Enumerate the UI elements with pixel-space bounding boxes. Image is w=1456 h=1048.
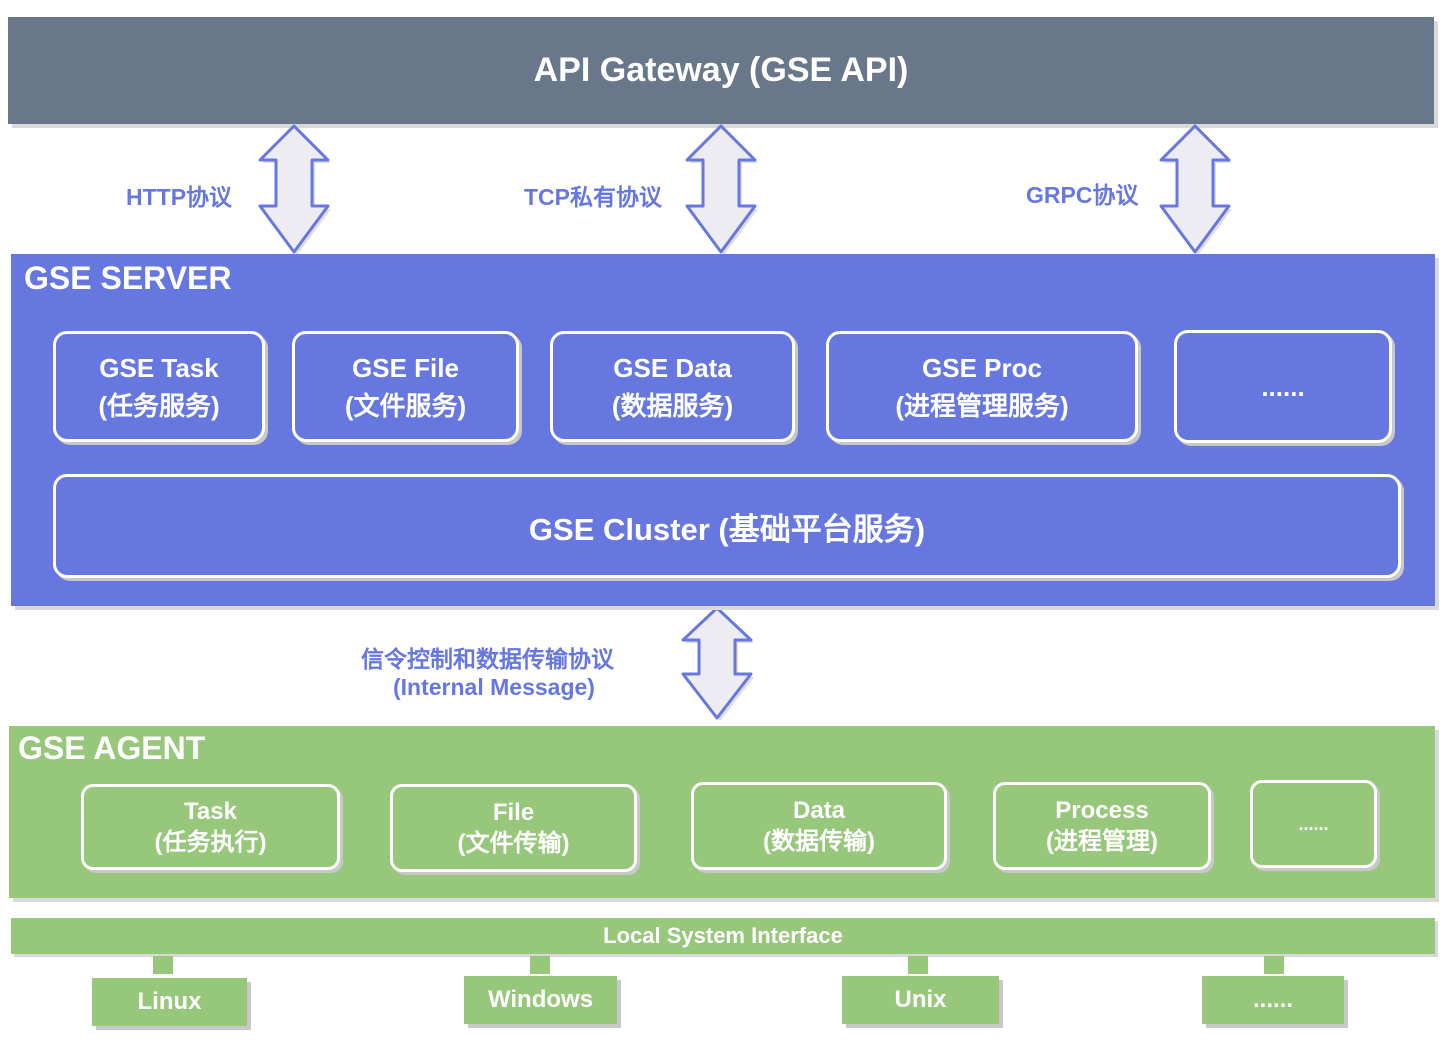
internal-message-label: (Internal Message) bbox=[393, 674, 595, 700]
os-connector bbox=[530, 956, 550, 974]
module-name: GSE Data bbox=[613, 352, 732, 383]
module-desc: (文件服务) bbox=[344, 390, 467, 421]
agent-module-file: File (文件传输) bbox=[390, 784, 637, 872]
gse-server-title: GSE SERVER bbox=[24, 260, 232, 296]
api-gateway-label: API Gateway (GSE API) bbox=[533, 51, 909, 89]
server-module-more: ...... bbox=[1174, 330, 1392, 443]
agent-module-task: Task (任务执行) bbox=[81, 784, 340, 870]
server-module-task: GSE Task (任务服务) bbox=[53, 331, 265, 442]
os-connector bbox=[908, 956, 928, 974]
module-desc: (数据传输) bbox=[763, 828, 875, 855]
module-desc: (数据服务) bbox=[611, 390, 734, 421]
api-gateway-box: API Gateway (GSE API) bbox=[8, 17, 1434, 124]
module-desc: (任务服务) bbox=[98, 390, 220, 421]
os-label: Linux bbox=[137, 988, 202, 1015]
module-name: Task bbox=[184, 798, 237, 825]
os-linux-box: Linux bbox=[92, 978, 247, 1026]
server-module-data: GSE Data (数据服务) bbox=[550, 331, 795, 442]
server-module-file: GSE File (文件服务) bbox=[292, 331, 519, 442]
module-desc: (任务执行) bbox=[154, 829, 267, 856]
gse-cluster-label: GSE Cluster (基础平台服务) bbox=[528, 511, 926, 547]
os-connector bbox=[153, 956, 173, 974]
agent-module-more: ...... bbox=[1250, 780, 1377, 868]
grpc-protocol-label: GRPC协议 bbox=[1026, 182, 1139, 208]
http-double-arrow-icon bbox=[258, 124, 331, 255]
os-label: Unix bbox=[894, 986, 947, 1013]
module-name: Data bbox=[792, 797, 846, 824]
os-label: ...... bbox=[1252, 986, 1293, 1013]
module-name: ...... bbox=[1298, 813, 1329, 834]
os-label: Windows bbox=[487, 986, 594, 1013]
internal-double-arrow-icon bbox=[681, 606, 754, 721]
os-unix-box: Unix bbox=[842, 976, 999, 1024]
os-connector bbox=[1264, 956, 1284, 974]
gse-agent-title: GSE AGENT bbox=[18, 730, 206, 766]
grpc-double-arrow-icon bbox=[1159, 124, 1232, 255]
module-name: File bbox=[492, 799, 535, 826]
local-system-interface-bar: Local System Interface bbox=[11, 918, 1435, 954]
tcp-double-arrow-icon bbox=[685, 124, 758, 255]
os-windows-box: Windows bbox=[464, 976, 617, 1024]
gse-cluster-box: GSE Cluster (基础平台服务) bbox=[53, 474, 1401, 578]
agent-module-process: Process (进程管理) bbox=[993, 782, 1211, 870]
internal-protocol-label: 信令控制和数据传输协议 bbox=[361, 646, 614, 672]
local-system-interface-label: Local System Interface bbox=[603, 923, 843, 948]
tcp-protocol-label: TCP私有协议 bbox=[524, 184, 662, 210]
module-name: GSE File bbox=[352, 352, 459, 383]
module-name: GSE Proc bbox=[922, 352, 1042, 383]
module-name: Process bbox=[1055, 797, 1149, 824]
server-module-proc: GSE Proc (进程管理服务) bbox=[826, 331, 1138, 442]
module-desc: (文件传输) bbox=[457, 830, 570, 857]
module-desc: (进程管理服务) bbox=[895, 390, 1069, 421]
module-name: GSE Task bbox=[99, 352, 219, 383]
agent-module-data: Data (数据传输) bbox=[691, 782, 947, 870]
os-more-box: ...... bbox=[1202, 976, 1344, 1024]
module-name: ...... bbox=[1261, 371, 1305, 402]
module-desc: (进程管理) bbox=[1046, 828, 1158, 855]
http-protocol-label: HTTP协议 bbox=[126, 184, 233, 210]
